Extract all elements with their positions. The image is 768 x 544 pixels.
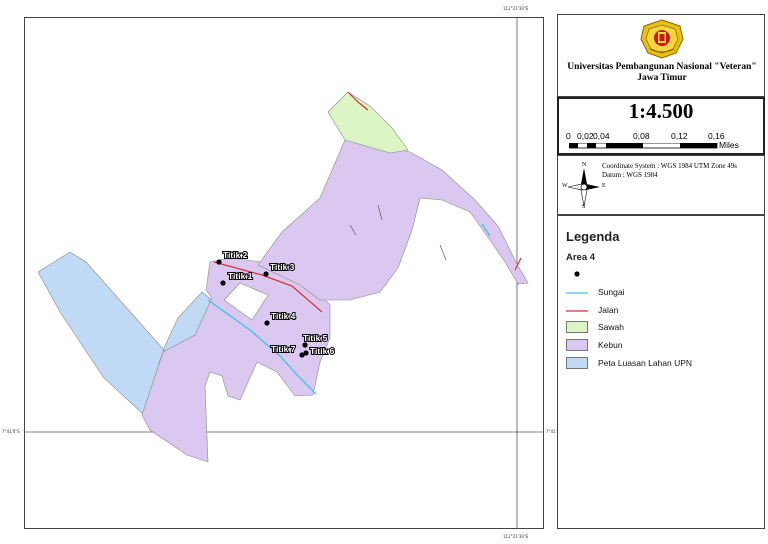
legend-subtitle: Area 4	[566, 252, 596, 263]
coordinate-system-text: Coordinate System : WGS 1984 UTM Zone 49…	[602, 162, 738, 170]
university-subtitle: Jawa Timur	[637, 73, 687, 83]
titik-label: Titik 6	[310, 346, 335, 356]
scale-panel: 1:4.500 0 0,02 0,04 0,08 0,12 0,16 Miles	[557, 97, 765, 155]
titik-label: Titik 2	[223, 250, 248, 260]
legend-item-jalan: Jalan	[566, 303, 618, 317]
legend-item-kebun: Kebun	[566, 338, 623, 352]
university-title: Universitas Pembangunan Nasional "Vetera…	[567, 62, 757, 72]
info-panel: N S W E Coordinate System : WGS 1984 UTM…	[557, 155, 765, 215]
compass-n: N	[582, 162, 587, 168]
road-line-icon	[566, 304, 588, 316]
scale-tick: 0,12	[671, 131, 688, 141]
titik-1-point[interactable]	[220, 280, 226, 286]
graticule-label-bottom: 112°21'30"E	[503, 534, 529, 539]
compass-icon	[564, 162, 604, 210]
upn-logo-icon	[640, 19, 684, 59]
scale-unit: Miles	[719, 140, 739, 150]
legend-item-sawah: Sawah	[566, 320, 624, 334]
legend-label: Jalan	[598, 305, 619, 315]
scale-ratio: 1:4.500	[628, 99, 694, 123]
titik-4-point[interactable]	[264, 320, 270, 326]
legend-item-sungai: Sungai	[566, 285, 624, 299]
legend-title: Legenda	[566, 229, 620, 244]
kebun-swatch-icon	[566, 339, 588, 351]
compass-e: E	[602, 183, 606, 189]
scale-tick: 0,04	[593, 131, 610, 141]
titik-label: Titik 4	[271, 311, 296, 321]
legend-item-lahan: Peta Luasan Lahan UPN	[566, 356, 692, 370]
parcel-line	[439, 244, 447, 261]
scale-tick: 0	[566, 131, 571, 141]
scale-tick: 0,08	[633, 131, 650, 141]
compass-w: W	[562, 183, 568, 189]
sawah-swatch-icon	[566, 321, 588, 333]
graticule-label-left: 7°41'0"S	[2, 429, 20, 434]
legend-label: Sungai	[598, 287, 625, 297]
legend-label: Peta Luasan Lahan UPN	[598, 358, 693, 368]
title-panel: Universitas Pembangunan Nasional "Vetera…	[557, 14, 765, 97]
titik-label: Titik 5	[303, 333, 328, 343]
sawah-polygon[interactable]	[327, 91, 409, 154]
scale-tick: 0,02	[577, 131, 594, 141]
kebun-polygon-north[interactable]	[257, 139, 529, 301]
lahan-upn-polygon[interactable]	[37, 251, 165, 416]
legend-label: Sawah	[598, 322, 624, 332]
point-symbol-icon	[566, 267, 588, 279]
lahan-swatch-icon	[566, 357, 588, 369]
titik-label: Titik 1	[228, 271, 253, 281]
titik-5-point[interactable]	[302, 342, 308, 348]
titik-label: Titik 7	[271, 344, 296, 354]
scale-bar	[569, 143, 718, 149]
graticule-label-top: 112°21'30"E	[503, 6, 529, 11]
titik-2-point[interactable]	[216, 259, 222, 265]
legend-panel: Legenda Area 4 Sungai Jalan Sawah Kebun …	[557, 215, 765, 529]
legend-label: Kebun	[598, 340, 623, 350]
titik-6-point[interactable]	[303, 350, 309, 356]
datum-text: Datum : WGS 1984	[602, 171, 658, 179]
river-line-icon	[566, 286, 588, 298]
titik-3-point[interactable]	[263, 271, 269, 277]
titik-label: Titik 3	[270, 262, 295, 272]
legend-item-point	[566, 266, 598, 280]
compass-s: S	[582, 204, 586, 210]
